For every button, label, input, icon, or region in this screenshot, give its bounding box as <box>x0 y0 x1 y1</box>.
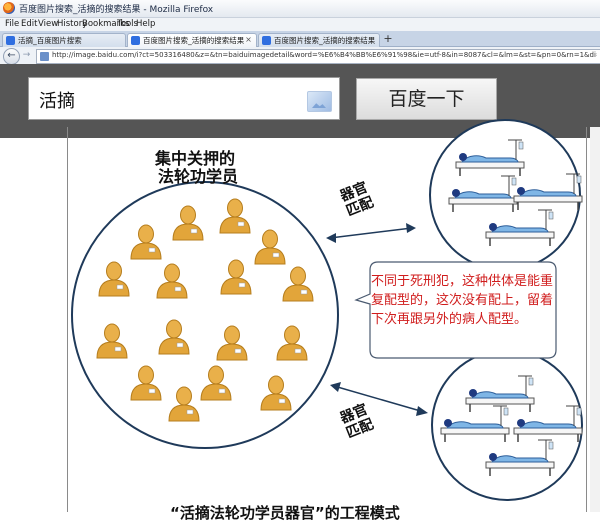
match-arrow-top <box>326 223 416 243</box>
detainees-circle <box>71 181 339 449</box>
infographic-drawing <box>71 119 583 501</box>
bubble-text: 不同于死刑犯，这种供体是能重复配型的，这次没有配上，留着下次再跟另外的病人配型。 <box>371 274 554 327</box>
detainees-title-line2: 法轮功学员 <box>158 167 239 186</box>
infographic-bottom-title: “活摘法轮功学员器官”的工程模式 <box>170 504 400 522</box>
